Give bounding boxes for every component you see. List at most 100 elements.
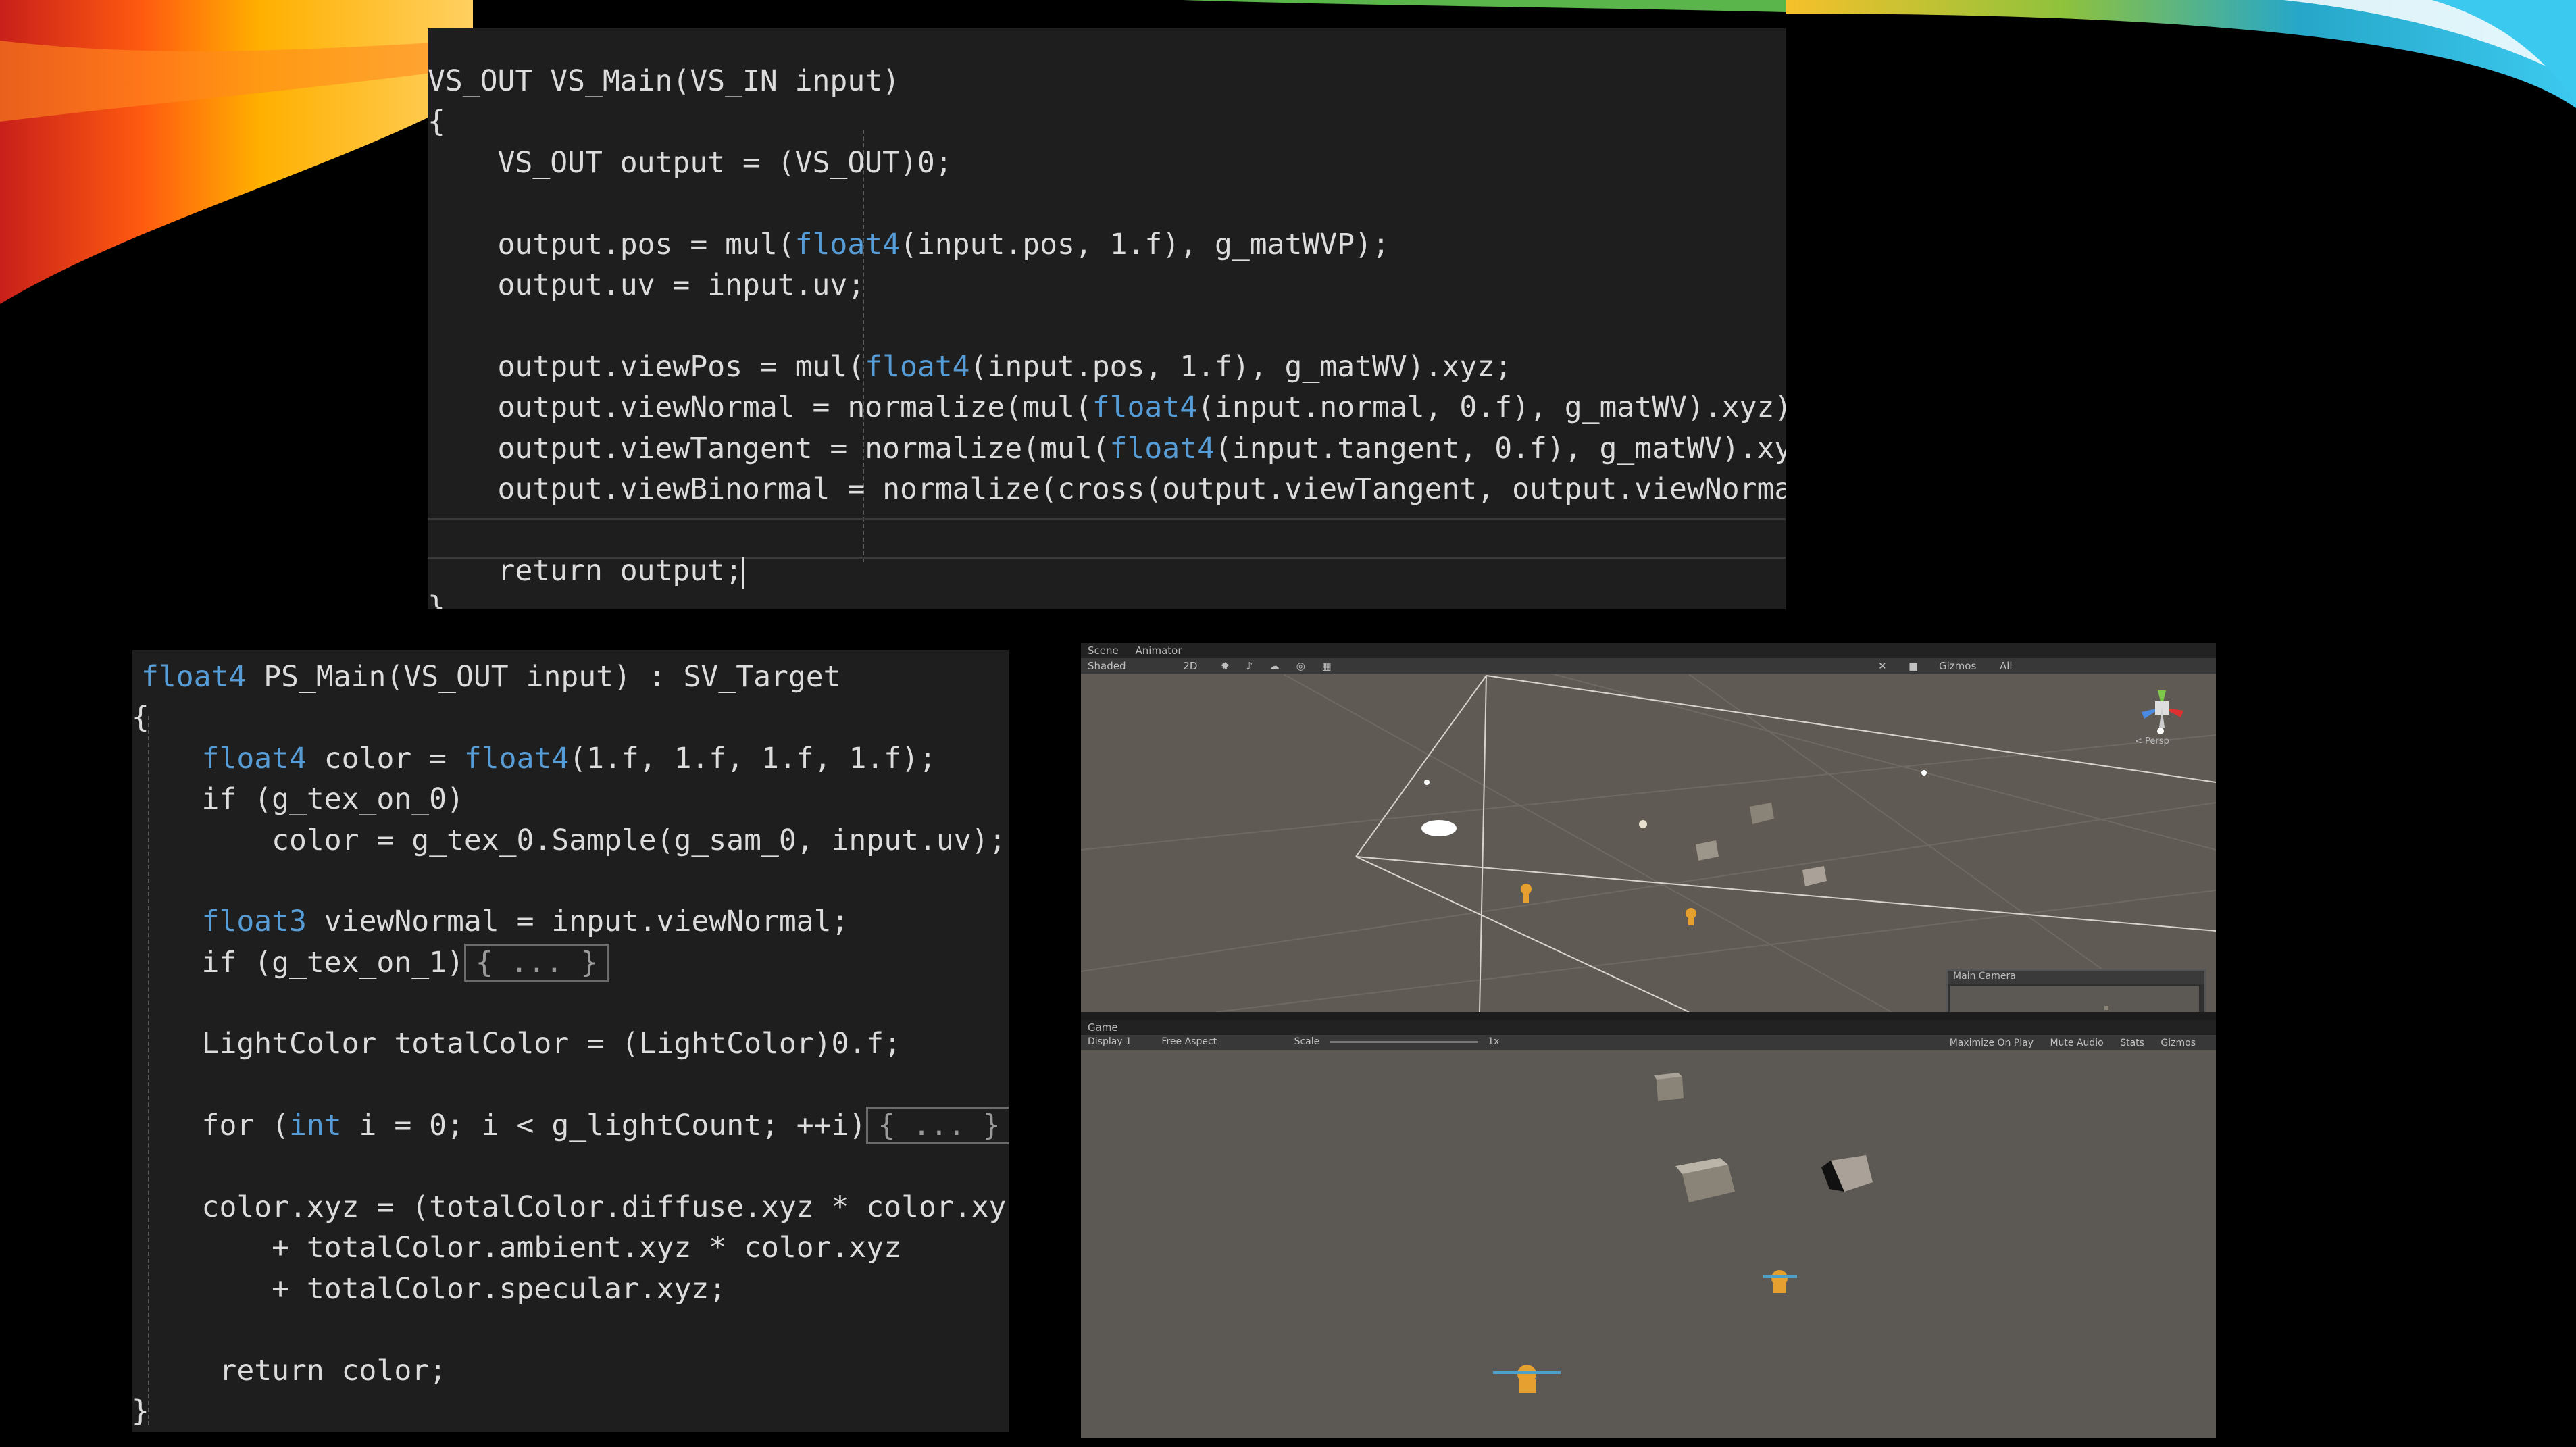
light-marker <box>1921 770 1927 776</box>
game-viewport <box>1493 1073 1873 1393</box>
tab-game[interactable]: Game <box>1081 1020 1125 1035</box>
cube <box>1750 803 1774 824</box>
scale-slider[interactable] <box>1329 1040 1478 1043</box>
gizmos-dropdown[interactable]: Gizmos <box>1932 658 1983 674</box>
unity-editor: Scene Animator Shaded 2D ✹ ♪ ☁ ◎ ▦ ✕ ■ G… <box>1081 643 2216 1438</box>
code-line: } <box>428 590 445 609</box>
tab-animator[interactable]: Animator <box>1129 643 1189 658</box>
pixel-shader-code[interactable]: float4 PS_Main(VS_OUT input) : SV_Target… <box>132 650 1009 1432</box>
cube <box>1657 1077 1684 1101</box>
lighting-icon[interactable]: ✹ <box>1214 658 1236 674</box>
light-marker <box>1639 820 1647 828</box>
camera-preview-title: Main Camera <box>1948 971 2204 984</box>
effects-icon[interactable]: ☁ <box>1263 658 1286 674</box>
keyword-token: float4 <box>865 350 970 384</box>
game-view[interactable] <box>1081 1050 2216 1438</box>
cloud-icon <box>1421 820 1457 836</box>
code-line: return color; <box>132 1354 447 1388</box>
text-cursor <box>742 556 744 589</box>
camera-frustum <box>1355 675 2216 1013</box>
code-segment: output.viewNormal = normalize(mul( <box>428 390 1092 424</box>
tab-scene[interactable]: Scene <box>1081 643 1126 658</box>
stats-toggle[interactable]: Stats <box>2113 1036 2151 1050</box>
character <box>1521 884 1532 903</box>
keyword-token: float4 <box>1109 432 1215 465</box>
tools-icon[interactable]: ✕ <box>1871 658 1894 674</box>
code-segment: viewNormal = input.viewNormal; <box>306 905 849 938</box>
code-segment: color = <box>306 742 464 776</box>
code-line: + totalColor.ambient.xyz * color.xyz <box>132 1231 902 1265</box>
scene-view[interactable]: < Persp Main Camera <box>1081 674 2216 1074</box>
character <box>1686 908 1696 925</box>
code-line: color.xyz = (totalColor.diffuse.xyz * co… <box>132 1190 1009 1224</box>
code-segment: (input.normal, 0.f), g_matWV).xyz); <box>1197 390 1786 424</box>
code-segment: i = 0; i < g_lightCount; ++i) <box>341 1109 867 1142</box>
keyword-token: float4 <box>463 742 570 776</box>
code-segment: (input.tangent, 0.f), g_matWV).xyz); <box>1214 432 1786 465</box>
axis-gizmo-icon <box>2142 690 2183 728</box>
keyword-token: float4 <box>794 228 900 261</box>
keyword-token: int <box>289 1109 342 1142</box>
code-line: float4 PS_Main(VS_OUT input) : SV_Target <box>141 657 841 697</box>
character <box>1493 1365 1561 1393</box>
code-line: if (g_tex_on_0) <box>132 782 464 816</box>
game-tab-bar: Game <box>1081 1020 2216 1035</box>
keyword-token: float4 <box>1092 390 1198 424</box>
code-line: color = g_tex_0.Sample(g_sam_0, input.uv… <box>132 823 1007 857</box>
scene-viewport <box>1081 674 2216 1013</box>
cube <box>1696 840 1719 861</box>
cube <box>1802 866 1827 886</box>
code-line: VS_OUT output = (VS_OUT)0; <box>428 146 953 180</box>
code-line: output.uv = input.uv; <box>428 268 865 302</box>
code-line: { <box>132 701 149 734</box>
vertex-shader-code[interactable]: VS_OUT VS_Main(VS_IN input) { VS_OUT out… <box>428 28 1786 609</box>
maximize-on-play-toggle[interactable]: Maximize On Play <box>1943 1036 2040 1050</box>
character <box>1763 1270 1797 1293</box>
scale-value: 1x <box>1488 1036 1500 1047</box>
camera-icon[interactable]: ■ <box>1902 658 1925 674</box>
game-toolbar-right: Maximize On Play Mute Audio Stats Gizmos <box>1936 1035 2209 1051</box>
2d-toggle[interactable]: 2D <box>1176 658 1204 674</box>
scene-toolbar: Shaded 2D ✹ ♪ ☁ ◎ ▦ ✕ ■ Gizmos All <box>1081 658 2216 674</box>
code-segment: (input.pos, 1.f), g_matWV).xyz; <box>969 350 1513 384</box>
gizmos-dropdown[interactable]: Gizmos <box>2154 1036 2202 1050</box>
code-line: } <box>132 1394 149 1428</box>
code-segment: return output; <box>428 554 742 588</box>
code-line: output.viewPos = mul(float4(input.pos, 1… <box>428 347 1513 387</box>
code-line: float4 color = float4(1.f, 1.f, 1.f, 1.f… <box>132 738 936 779</box>
code-segment: output.pos = mul( <box>428 228 795 261</box>
code-line: VS_OUT VS_Main(VS_IN input) <box>428 64 900 98</box>
code-line: output.viewNormal = normalize(mul(float4… <box>428 387 1786 428</box>
aspect-dropdown[interactable]: Free Aspect <box>1155 1035 1223 1048</box>
audio-icon[interactable]: ♪ <box>1240 658 1260 674</box>
code-line: return output; <box>428 551 744 591</box>
code-line: for (int i = 0; i < g_lightCount; ++i){ … <box>132 1105 1009 1146</box>
panel-divider[interactable] <box>1081 1012 2216 1020</box>
light-marker <box>1424 780 1430 785</box>
code-line: LightColor totalColor = (LightColor)0.f; <box>132 1027 902 1061</box>
code-segment: if (g_tex_on_1) <box>132 946 464 980</box>
folded-block[interactable]: { ... } <box>866 1107 1009 1144</box>
scene-tab-bar: Scene Animator <box>1081 643 2216 658</box>
keyword-token: float4 <box>141 660 247 694</box>
keyword-token: float4 <box>201 742 307 776</box>
shading-mode-dropdown[interactable]: Shaded <box>1081 658 1133 674</box>
code-line: output.viewBinormal = normalize(cross(ou… <box>428 472 1786 506</box>
code-line: { <box>428 105 445 138</box>
display-dropdown[interactable]: Display 1 <box>1081 1035 1138 1048</box>
code-line: float3 viewNormal = input.viewNormal; <box>132 901 849 942</box>
grid-icon[interactable]: ▦ <box>1315 658 1338 674</box>
search-all-field[interactable]: All <box>1993 658 2019 674</box>
hidden-objects-icon[interactable]: ◎ <box>1290 658 1312 674</box>
mute-audio-toggle[interactable]: Mute Audio <box>2043 1036 2110 1050</box>
code-segment: output.viewPos = mul( <box>428 350 865 384</box>
code-line: output.viewTangent = normalize(mul(float… <box>428 428 1786 469</box>
code-line: output.pos = mul(float4(input.pos, 1.f),… <box>428 224 1390 265</box>
orientation-gizmo[interactable]: < Persp <box>2121 677 2202 746</box>
game-toolbar: Display 1 Free Aspect Scale 1x Maximize … <box>1081 1035 2216 1050</box>
code-segment: (input.pos, 1.f), g_matWVP); <box>900 228 1390 261</box>
code-line: + totalColor.specular.xyz; <box>132 1272 727 1306</box>
folded-block[interactable]: { ... } <box>463 944 610 982</box>
